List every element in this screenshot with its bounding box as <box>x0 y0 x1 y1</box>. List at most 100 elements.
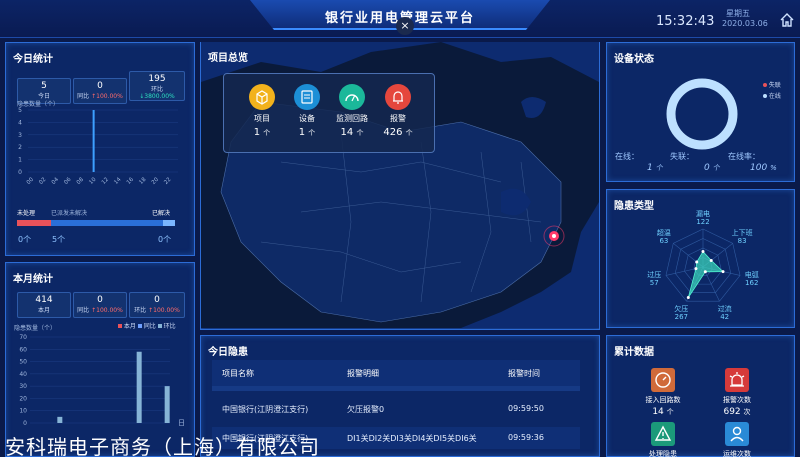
x-tick-label: 00 <box>26 176 36 186</box>
online-value: 1 <box>647 163 653 173</box>
radar-point <box>703 270 707 274</box>
legend-lost: 失联 <box>768 82 781 89</box>
risk-name: 中国银行(江阴澄江支行) <box>222 405 309 414</box>
today-box-delta: ↓3800.00% <box>139 93 175 100</box>
cumulative-unit: 个 <box>666 408 674 416</box>
clock-weekday: 星期五 <box>726 9 750 18</box>
today-risk-title: 今日隐患 <box>208 347 248 358</box>
legend-yoy: 同比 <box>143 323 156 330</box>
device-online-stat: 在线： <box>615 151 639 162</box>
risk-time: 09:59:36 <box>508 433 544 442</box>
overview-item-alarm[interactable]: 报警 426 个 <box>374 84 422 138</box>
today-box-value: 5 <box>41 81 47 91</box>
month-chart-ylabel: 隐患数量（个） <box>14 325 57 332</box>
radar-point <box>721 270 725 274</box>
today-box-label: 同比 <box>77 93 90 100</box>
overview-unit: 个 <box>405 129 413 137</box>
radar-axis-label: 欠压 <box>674 304 688 313</box>
home-icon[interactable] <box>779 12 795 28</box>
y-tick-label: 60 <box>19 346 27 353</box>
radar-axis-value: 162 <box>745 279 758 287</box>
y-tick-label: 30 <box>19 383 27 390</box>
cumulative-label: 处理隐患 <box>649 450 677 457</box>
overview-item-device[interactable]: 设备 1 个 <box>283 84 331 138</box>
x-tick-label: 22 <box>163 177 172 186</box>
legend-swatch-month <box>118 324 122 328</box>
device-legend: 失联 在线 <box>763 80 781 102</box>
cumulative-item-maintenance[interactable]: 运维次数 <box>702 422 772 457</box>
overview-title: 项目总览 <box>208 53 248 64</box>
legend-swatch-mom <box>157 324 162 328</box>
donut-ring <box>666 78 738 150</box>
month-box-label: 环比 <box>134 307 147 314</box>
overview-label: 监测回路 <box>336 114 368 123</box>
x-tick-label: 08 <box>76 176 86 186</box>
device-rate-value: 100 % <box>750 163 777 173</box>
cumulative-item-alarms[interactable]: 报警次数 692 次 <box>702 368 772 417</box>
month-box-delta: ↑100.00% <box>148 307 180 314</box>
overview-unit: 个 <box>356 129 364 137</box>
risk-header-time: 报警时间 <box>508 369 540 378</box>
legend-swatch-yoy <box>137 324 142 328</box>
overview-label: 项目 <box>254 114 270 123</box>
today-box-delta: ↑100.00% <box>91 93 123 100</box>
device-status-title: 设备状态 <box>614 54 654 65</box>
bar <box>164 386 170 423</box>
device-donut-chart <box>666 78 738 150</box>
cumulative-title: 累计数据 <box>614 347 654 358</box>
x-tick-label: 14 <box>113 176 123 186</box>
overview-label: 设备 <box>299 114 315 123</box>
month-box-value: 0 <box>154 295 160 305</box>
gauge-icon <box>651 368 675 392</box>
online-label: 在线： <box>615 152 639 161</box>
progress-sent <box>51 220 163 226</box>
overview-item-circuit[interactable]: 监测回路 14 个 <box>328 84 376 138</box>
y-tick-label: 50 <box>19 359 27 366</box>
month-box-label: 本月 <box>37 307 50 314</box>
rate-value: 100 <box>750 163 768 173</box>
cumulative-item-circuits[interactable]: 接入回路数 14 个 <box>628 368 698 417</box>
risk-radar-chart: 漏电122 上下班83 电弧162 过流42 欠压267 过压57 超温63 <box>647 209 758 321</box>
cumulative-item-handled[interactable]: 处理隐患 <box>628 422 698 457</box>
table-row[interactable]: 中国银行(江阴澄江支行) 欠压报警0 09:59:50 <box>212 398 580 420</box>
warning-icon <box>651 422 675 446</box>
month-box-month: 414 本月 <box>17 292 71 318</box>
overview-item-project[interactable]: 项目 1 个 <box>238 84 286 138</box>
clock-date: 2020.03.06 <box>722 19 768 28</box>
clock-time: 15:32:43 <box>656 14 715 29</box>
radar-point <box>701 250 705 254</box>
header: 银行业用电管理云平台 × 15:32:43 星期五 2020.03.06 <box>0 0 800 38</box>
y-tick-label: 1 <box>18 157 22 164</box>
today-box-yoy: 0 同比 ↑100.00% <box>73 78 127 104</box>
today-bar-chart: 01234500 02 04 06 08 10 12 14 16 18 20 22 <box>18 107 178 186</box>
device-icon <box>294 84 320 110</box>
overview-unit: 个 <box>308 129 316 137</box>
x-tick-label: 16 <box>126 176 136 186</box>
y-tick-label: 2 <box>18 144 22 151</box>
unhandled-count: 0个 <box>18 235 32 244</box>
close-icon[interactable]: × <box>396 17 414 35</box>
progress-unhandled <box>17 220 51 226</box>
overview-value: 426 <box>383 127 403 138</box>
y-tick-label: 40 <box>19 371 27 378</box>
y-tick-label: 0 <box>23 420 27 427</box>
cumulative-label: 报警次数 <box>723 396 751 404</box>
device-online-value: 1 个 <box>647 163 663 173</box>
today-stats-title: 今日统计 <box>13 54 53 65</box>
x-tick-label: 18 <box>138 176 148 186</box>
overview-label: 报警 <box>390 114 406 123</box>
radar-axis-value: 267 <box>675 313 688 321</box>
risk-header-detail: 报警明细 <box>347 369 379 378</box>
overview-value: 14 <box>340 127 354 138</box>
radar-axis-label: 过流 <box>718 304 732 313</box>
month-legend: 本月 同比 环比 <box>118 321 176 330</box>
x-axis-unit: 日 <box>178 419 185 427</box>
siren-icon <box>725 368 749 392</box>
device-lost-value: 0 个 <box>704 163 720 173</box>
resolved-count: 0个 <box>158 235 172 244</box>
month-box-value: 0 <box>97 295 103 305</box>
radar-axis-value: 63 <box>659 237 668 245</box>
cumulative-unit: 次 <box>743 408 751 416</box>
y-tick-label: 70 <box>19 334 27 341</box>
radar-axis-label: 过压 <box>647 270 661 279</box>
